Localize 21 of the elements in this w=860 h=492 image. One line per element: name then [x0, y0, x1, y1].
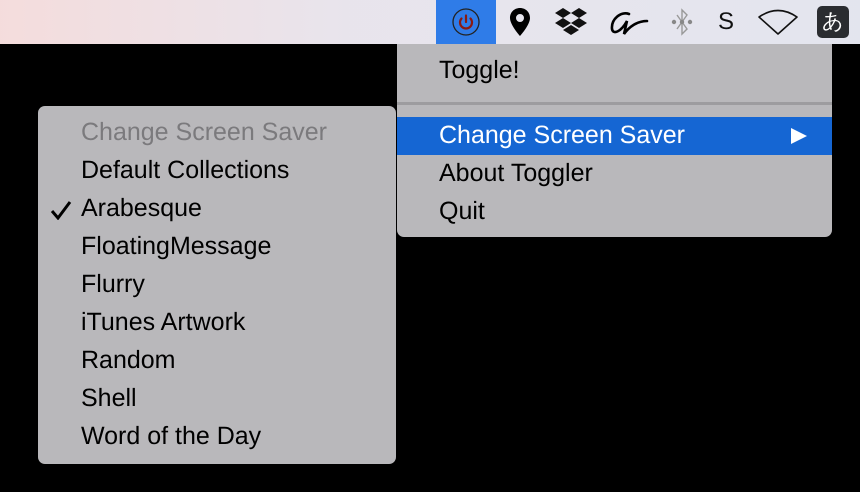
menu-item[interactable]: Change Screen Saver [397, 117, 832, 155]
submenu-item[interactable]: Shell [38, 380, 396, 418]
s-status-button[interactable]: S [704, 0, 748, 44]
submenu-item[interactable]: Flurry [38, 266, 396, 304]
menu-item[interactable]: Toggle! [397, 52, 832, 90]
power-status-button[interactable] [436, 0, 496, 44]
submenu-item[interactable]: Random [38, 342, 396, 380]
submenu-item[interactable]: Word of the Day [38, 418, 396, 456]
submenu-item[interactable]: iTunes Artwork [38, 304, 396, 342]
wifi-icon [757, 9, 799, 35]
menu-item[interactable]: About Toggler [397, 155, 832, 193]
input-source-status-button[interactable]: あ [808, 0, 858, 44]
menu-item[interactable]: Quit [397, 193, 832, 231]
open-boxes-icon [554, 7, 588, 37]
submenu-item: Change Screen Saver [80, 117, 328, 148]
submenu-item[interactable]: FloatingMessage [38, 228, 396, 266]
submenu-item[interactable]: Default Collections [38, 152, 396, 190]
map-pin-icon [509, 7, 531, 37]
power-icon [451, 7, 481, 37]
bluetooth-icon [669, 7, 695, 37]
submenu-item[interactable]: Arabesque [38, 190, 396, 228]
